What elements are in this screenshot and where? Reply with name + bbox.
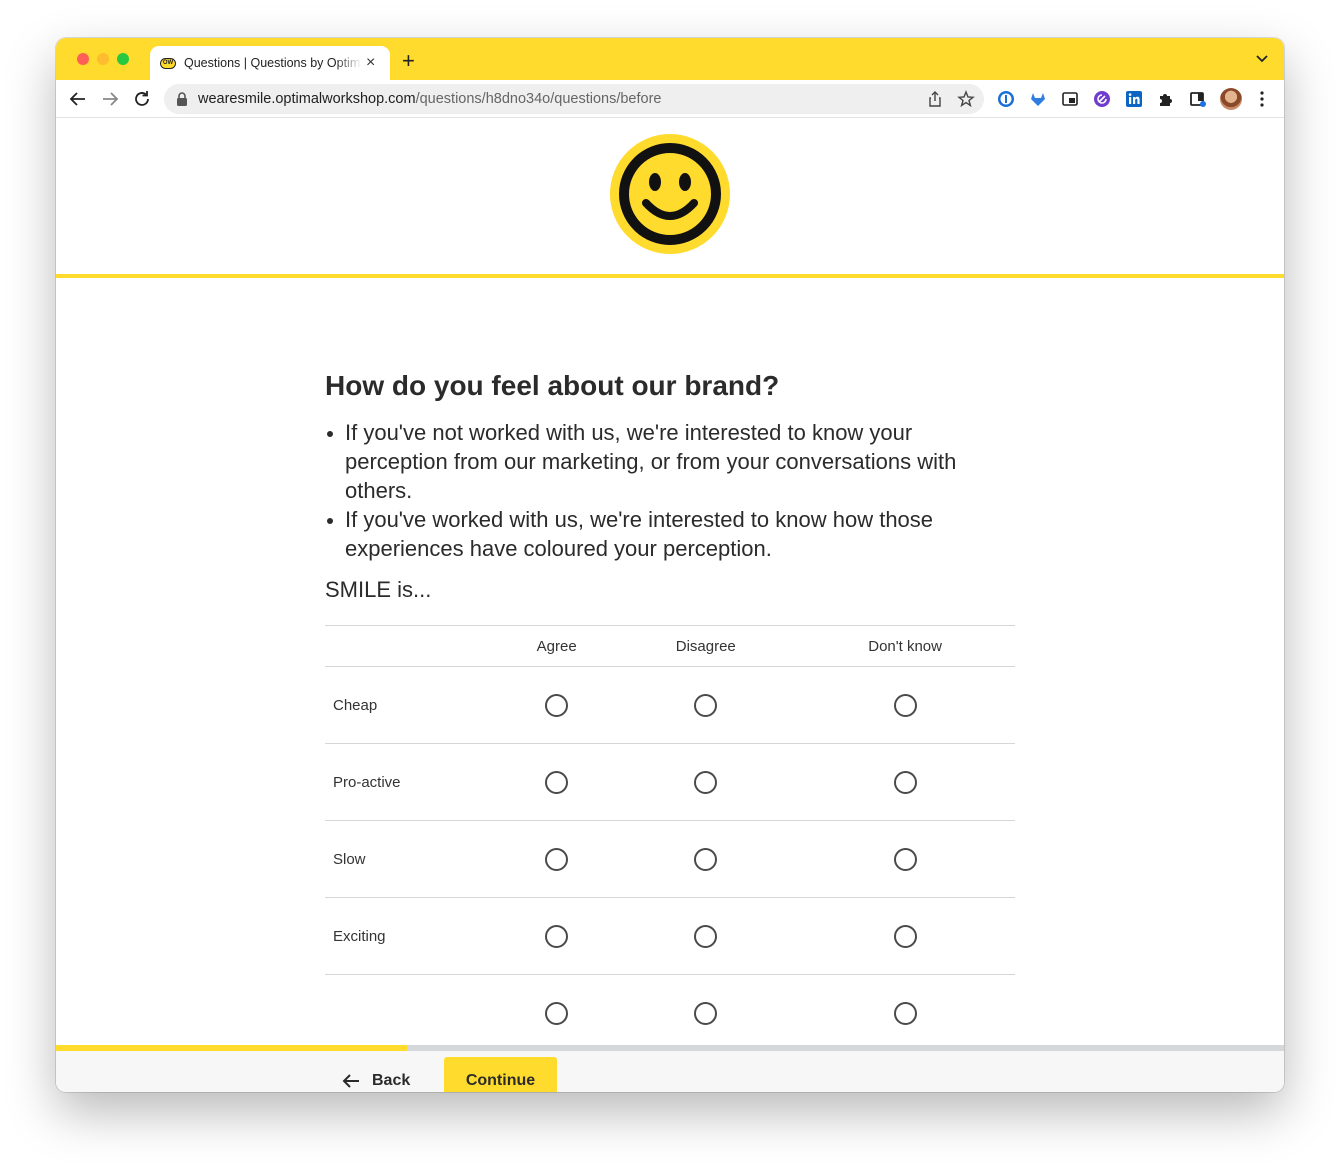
matrix-corner-cell [325,625,497,668]
radio-pro-active-disagree[interactable] [694,770,718,794]
lock-icon [177,92,187,106]
browser-window: OW Questions | Questions by Optimal Work… [56,38,1284,1092]
matrix-row-cheap: Cheap [325,666,1015,745]
column-header-disagree: Disagree [616,625,796,668]
radio-cell [616,897,796,976]
column-header-agree: Agree [497,625,617,668]
radio-cell [795,897,1015,976]
radio-cheap-agree[interactable] [545,693,569,717]
continue-button[interactable]: Continue [444,1057,557,1092]
row-label [325,974,497,1053]
radio-cell [795,743,1015,822]
zoom-window-button[interactable] [117,53,129,65]
extensions-puzzle-icon[interactable] [1157,90,1175,108]
header-divider [56,274,1284,278]
likert-matrix: Agree Disagree Don't know Cheap Pro-acti… [325,625,1015,1053]
radio-slow-agree[interactable] [545,847,569,871]
matrix-header-row: Agree Disagree Don't know [325,625,1015,668]
new-tab-icon[interactable]: + [402,50,415,72]
matrix-row-slow: Slow [325,820,1015,899]
radio-cell [616,974,796,1053]
row-label: Cheap [325,666,497,745]
progress-bar [56,1045,1284,1051]
chevron-down-icon[interactable] [1256,54,1268,64]
question-section: How do you feel about our brand? If you'… [325,368,1015,1053]
radio-exciting-agree[interactable] [545,924,569,948]
password-manager-extension-icon[interactable] [997,90,1015,108]
radio-cell [497,743,617,822]
radio-cell [497,666,617,745]
radio-cell [795,666,1015,745]
back-label: Back [372,1072,411,1089]
gitlab-extension-icon[interactable] [1029,90,1047,108]
picture-in-picture-icon[interactable] [1061,90,1079,108]
matrix-prompt: SMILE is... [325,577,432,603]
radio-partial[interactable] [893,1001,917,1025]
share-icon[interactable] [926,90,944,108]
description-bullet: If you've not worked with us, we're inte… [325,418,1015,505]
matrix-row-partial [325,974,1015,1053]
minimize-window-button[interactable] [97,53,109,65]
back-button[interactable]: Back [342,1066,410,1092]
row-label: Slow [325,820,497,899]
tab-title: Questions | Questions by Optimal Worksho… [184,56,362,70]
row-label: Pro-active [325,743,497,822]
column-header-dont-know: Don't know [795,625,1015,668]
page-viewport: How do you feel about our brand? If you'… [56,118,1284,1092]
smiley-logo-icon [610,134,730,254]
page-header [56,118,1284,278]
close-window-button[interactable] [77,53,89,65]
optimal-workshop-favicon-icon: OW [160,57,176,69]
description-bullet: If you've worked with us, we're interest… [325,505,1015,563]
question-description: If you've not worked with us, we're inte… [325,418,1015,563]
url-text: wearesmile.optimalworkshop.com/questions… [198,91,662,107]
browser-tab-active[interactable]: OW Questions | Questions by Optimal Work… [150,46,390,80]
footer-nav: Back Continue [56,1049,1284,1092]
address-bar[interactable]: wearesmile.optimalworkshop.com/questions… [164,84,984,114]
matrix-row-exciting: Exciting [325,897,1015,976]
close-tab-icon[interactable]: × [366,55,375,71]
arrow-left-icon [342,1074,359,1088]
radio-cell [497,897,617,976]
tab-strip: OW Questions | Questions by Optimal Work… [56,38,1284,80]
forward-arrow-icon[interactable] [100,89,120,109]
radio-cell [795,974,1015,1053]
radio-partial[interactable] [545,1001,569,1025]
matrix-row-pro-active: Pro-active [325,743,1015,822]
profile-avatar[interactable] [1220,88,1242,110]
radio-partial[interactable] [694,1001,718,1025]
back-arrow-icon[interactable] [68,89,88,109]
radio-pro-active-dont-know[interactable] [893,770,917,794]
radio-cheap-dont-know[interactable] [893,693,917,717]
linkedin-extension-icon[interactable] [1125,90,1143,108]
radio-exciting-disagree[interactable] [694,924,718,948]
radio-cell [616,743,796,822]
reading-list-icon[interactable] [1189,90,1207,108]
bookmark-star-icon[interactable] [957,90,975,108]
question-title: How do you feel about our brand? [325,370,780,401]
radio-cell [616,820,796,899]
radio-cheap-disagree[interactable] [694,693,718,717]
radio-exciting-dont-know[interactable] [893,924,917,948]
radio-cell [497,974,617,1053]
more-menu-icon[interactable] [1256,90,1268,108]
radio-pro-active-agree[interactable] [545,770,569,794]
reload-icon[interactable] [132,89,152,109]
row-label: Exciting [325,897,497,976]
radio-cell [616,666,796,745]
progress-fill [56,1045,408,1051]
radio-cell [497,820,617,899]
purple-extension-icon[interactable] [1093,90,1111,108]
radio-slow-dont-know[interactable] [893,847,917,871]
radio-cell [795,820,1015,899]
radio-slow-disagree[interactable] [694,847,718,871]
browser-toolbar: wearesmile.optimalworkshop.com/questions… [56,80,1284,118]
